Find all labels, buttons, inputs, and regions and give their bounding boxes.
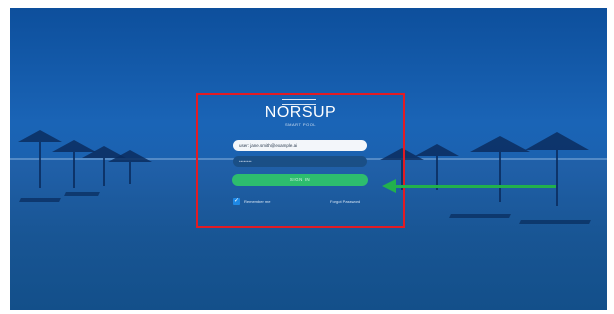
umbrella-pole xyxy=(103,158,105,186)
lounger-shape xyxy=(449,214,511,218)
lounger-shape xyxy=(19,198,61,202)
arrow-annotation-line xyxy=(394,185,556,188)
umbrella-pole xyxy=(499,152,501,202)
umbrella-shape xyxy=(525,132,589,150)
umbrella-pole xyxy=(129,162,131,184)
umbrella-shape xyxy=(470,136,530,152)
arrow-left-icon xyxy=(382,179,396,193)
lounger-shape xyxy=(519,220,591,224)
umbrella-shape xyxy=(415,144,459,156)
highlight-annotation xyxy=(196,93,405,228)
umbrella-shape xyxy=(108,150,152,162)
umbrella-pole xyxy=(73,152,75,188)
umbrella-pole xyxy=(556,150,558,206)
umbrella-pole xyxy=(39,142,41,188)
lounger-shape xyxy=(64,192,100,196)
